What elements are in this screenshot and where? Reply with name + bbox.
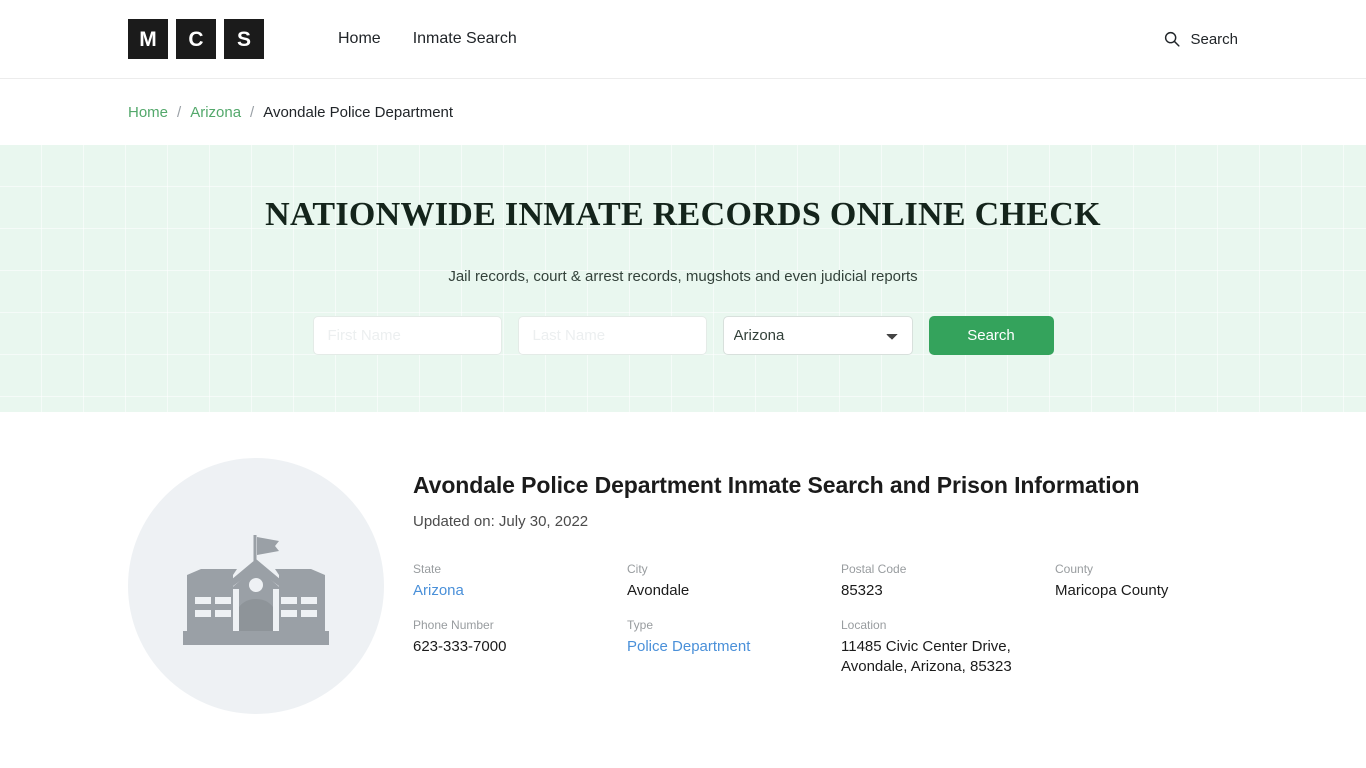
- detail-value: Arizona: [413, 581, 627, 601]
- main-nav: Home Inmate Search: [322, 21, 533, 58]
- facility-details-grid: State Arizona City Avondale Postal Code …: [413, 530, 1269, 677]
- site-header: M C S Home Inmate Search Search: [0, 0, 1366, 79]
- nav-item-home[interactable]: Home: [322, 21, 397, 58]
- facility-info: Avondale Police Department Inmate Search…: [384, 458, 1269, 677]
- logo-letter-c: C: [176, 19, 216, 59]
- detail-county: County Maricopa County: [1055, 561, 1269, 601]
- main-content: Avondale Police Department Inmate Search…: [0, 412, 1366, 714]
- detail-value: Avondale: [627, 581, 690, 599]
- detail-label: State: [413, 561, 442, 576]
- detail-label: Phone Number: [413, 617, 494, 632]
- detail-value: Maricopa County: [1055, 581, 1169, 599]
- detail-location: Location 11485 Civic Center Drive, Avond…: [841, 617, 1055, 677]
- inmate-search-form: Arizona Search: [312, 316, 1054, 356]
- search-icon: [1163, 30, 1181, 48]
- detail-value: 85323: [841, 581, 883, 599]
- facility-thumbnail: [128, 458, 384, 714]
- breadcrumb-item-current: Avondale Police Department: [263, 103, 454, 121]
- state-link[interactable]: Arizona: [413, 582, 464, 599]
- detail-phone-number: Phone Number 623-333-7000: [413, 617, 627, 677]
- detail-state: State Arizona: [413, 561, 627, 601]
- detail-type: Type Police Department: [627, 617, 841, 677]
- detail-label: Location: [841, 617, 887, 632]
- type-link[interactable]: Police Department: [627, 638, 750, 655]
- last-updated: Updated on: July 30, 2022: [413, 512, 589, 530]
- detail-value: Police Department: [627, 637, 841, 657]
- breadcrumb: Home / Arizona / Avondale Police Departm…: [128, 104, 453, 121]
- hero-title: NATIONWIDE INMATE RECORDS ONLINE CHECK: [265, 196, 1101, 233]
- detail-label: Postal Code: [841, 561, 907, 576]
- hero-section: NATIONWIDE INMATE RECORDS ONLINE CHECK J…: [0, 145, 1366, 412]
- detail-label: City: [627, 561, 648, 576]
- logo-letter-m: M: [128, 19, 168, 59]
- detail-city: City Avondale: [627, 561, 841, 601]
- detail-value: 11485 Civic Center Drive, Avondale, Ariz…: [841, 637, 1012, 675]
- breadcrumb-separator: /: [177, 103, 182, 121]
- hero-subtitle: Jail records, court & arrest records, mu…: [448, 268, 918, 286]
- first-name-input[interactable]: [312, 316, 502, 356]
- detail-value: 623-333-7000: [413, 637, 507, 655]
- breadcrumb-item-home[interactable]: Home: [128, 104, 168, 121]
- breadcrumb-item-arizona[interactable]: Arizona: [190, 104, 241, 121]
- government-building-icon: [183, 527, 329, 645]
- logo-letter-s: S: [224, 19, 264, 59]
- header-search-button[interactable]: Search: [1163, 30, 1238, 48]
- page-title: Avondale Police Department Inmate Search…: [413, 472, 1140, 498]
- detail-postal-code: Postal Code 85323: [841, 561, 1055, 601]
- search-submit-button[interactable]: Search: [928, 316, 1054, 356]
- detail-label: Type: [627, 617, 654, 632]
- breadcrumb-separator: /: [250, 103, 255, 121]
- state-select[interactable]: Arizona: [722, 316, 913, 356]
- site-logo[interactable]: M C S: [128, 19, 264, 59]
- detail-label: County: [1055, 561, 1094, 576]
- last-name-input[interactable]: [517, 316, 707, 356]
- breadcrumb-bar: Home / Arizona / Avondale Police Departm…: [0, 79, 1366, 145]
- nav-item-inmate-search[interactable]: Inmate Search: [397, 21, 533, 58]
- header-search-label: Search: [1190, 30, 1238, 48]
